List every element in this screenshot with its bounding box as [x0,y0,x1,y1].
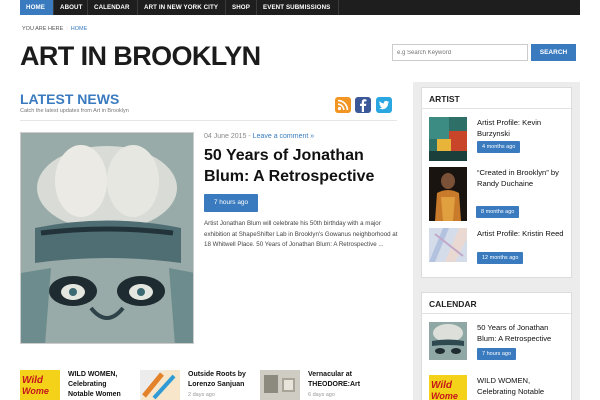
artist-item-title[interactable]: “Created in Brooklyn” by Randy Duchaine [477,167,569,189]
breadcrumb: YOU ARE HERE : HOME [22,26,87,32]
svg-text:Wome: Wome [431,391,458,400]
artist-item-time-badge: 4 months ago [477,141,521,153]
featured-article-excerpt: Artist Jonathan Blum will celebrate his … [204,220,398,248]
calendar-thumbnail[interactable] [429,322,467,360]
artist-item-title[interactable]: Artist Profile: Kevin Burzynski [477,117,569,139]
rss-icon[interactable] [335,97,351,113]
calendar-item-title[interactable]: WILD WOMEN, Celebrating Notable Women Yo… [477,375,569,400]
widget-divider [422,108,573,109]
featured-article-title[interactable]: 50 Years of Jonathan Blum: A Retrospecti… [204,145,394,187]
artist-item-time-badge: 12 months ago [477,252,524,264]
calendar-widget: CALENDAR 50 Years of Jonathan Blum: A Re… [421,292,573,400]
search-button[interactable]: SEARCH [531,44,576,61]
breadcrumb-prefix: YOU ARE HERE [22,26,64,32]
nav-item-art-in-new-york-city[interactable]: ART IN NEW YORK CITY [138,0,226,15]
article-thumbnail[interactable] [260,370,300,400]
featured-article-meta: 04 June 2015 - Leave a comment » [204,133,314,140]
artist-widget-title: ARTIST [429,94,460,104]
article-title[interactable]: Vernacular at THEODORE:Art [308,370,360,390]
nav-item-home[interactable]: HOME [20,0,54,15]
article-card-outside-roots[interactable]: Outside Roots by Lorenzo Sanjuan 2 days … [140,370,250,400]
article-title[interactable]: WILD WOMEN, Celebrating Notable Women [68,370,121,400]
calendar-item-title[interactable]: 50 Years of Jonathan Blum: A Retrospecti… [477,322,569,344]
breadcrumb-separator: : [66,26,68,32]
nav-item-about[interactable]: ABOUT [54,0,88,15]
section-divider [20,120,397,121]
artist-widget: ARTIST Artist Profile: Kevin Burzynski 4… [421,87,573,278]
artist-item-title[interactable]: Artist Profile: Kristin Reed [477,228,569,239]
search-input[interactable] [392,44,528,61]
featured-article-image[interactable] [20,132,194,344]
artist-thumbnail[interactable] [429,228,467,262]
twitter-icon[interactable] [376,97,392,113]
facebook-icon[interactable] [355,97,371,113]
svg-text:Wild: Wild [431,380,453,391]
featured-article-time-badge: 7 hours ago [204,194,258,212]
article-date: 6 days ago [308,392,335,398]
svg-text:Wome: Wome [22,386,49,396]
latest-news-heading: LATEST NEWS [20,91,120,107]
article-thumbnail[interactable]: Wild Wome [20,370,60,400]
article-card-wild-women[interactable]: Wild Wome WILD WOMEN, Celebrating Notabl… [20,370,130,400]
article-card-vernacular[interactable]: Vernacular at THEODORE:Art 6 days ago [260,370,380,400]
calendar-item-time-badge: 7 hours ago [477,348,517,360]
article-thumbnail[interactable] [140,370,180,400]
artist-item-time-badge: 8 months ago [476,206,520,218]
article-title[interactable]: Outside Roots by Lorenzo Sanjuan [188,370,246,390]
article-date: 2 days ago [188,392,215,398]
leave-comment-link[interactable]: Leave a comment » [253,133,314,140]
artist-thumbnail[interactable] [429,167,467,221]
nav-item-calendar[interactable]: CALENDAR [88,0,138,15]
site-title[interactable]: ART IN BROOKLYN [20,41,261,72]
calendar-widget-title: CALENDAR [429,299,477,309]
latest-news-subheading: Catch the latest updates from Art in Bro… [20,108,129,114]
top-navigation: HOME ABOUT CALENDAR ART IN NEW YORK CITY… [20,0,580,15]
svg-text:Wild: Wild [22,375,44,386]
calendar-thumbnail[interactable]: Wild Wome [429,375,467,400]
featured-article-date: 04 June 2015 [204,133,247,140]
nav-item-event-submissions[interactable]: EVENT SUBMISSIONS [257,0,339,15]
breadcrumb-home-link[interactable]: HOME [71,26,88,32]
widget-divider [422,313,573,314]
nav-item-shop[interactable]: SHOP [226,0,257,15]
artist-thumbnail[interactable] [429,117,467,161]
